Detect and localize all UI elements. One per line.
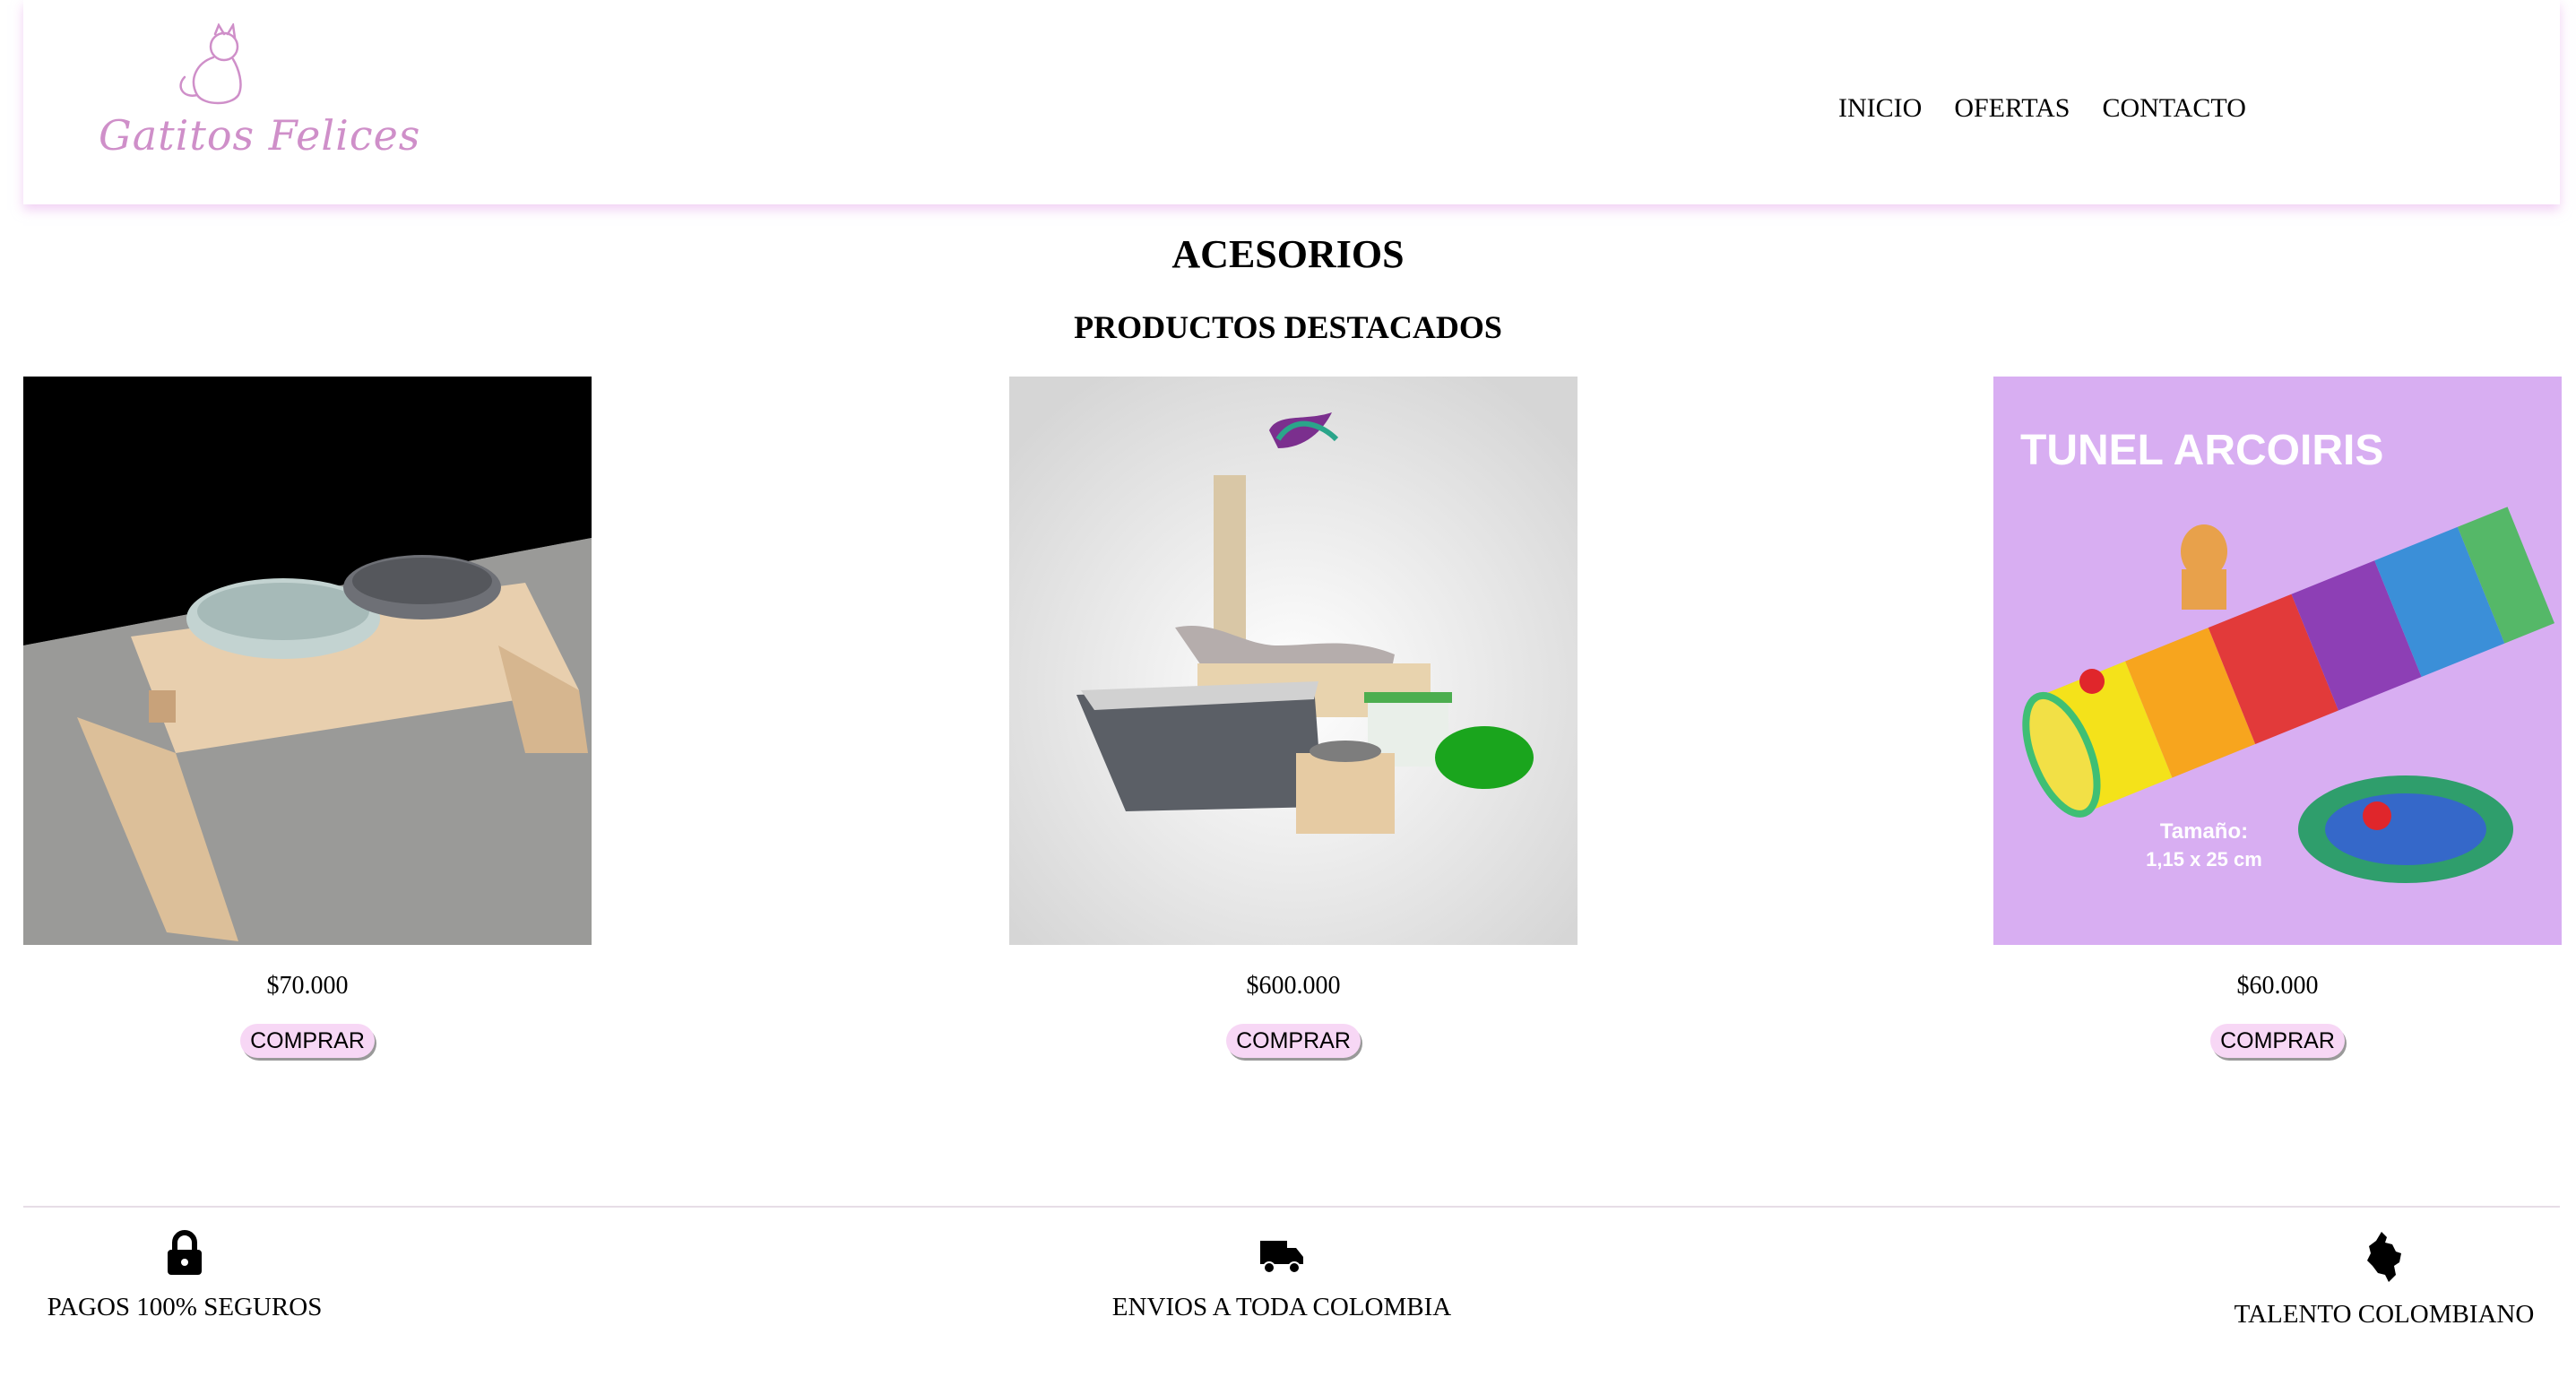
feature-shipping: ENVIOS A TODA COLOMBIA bbox=[1076, 1230, 1488, 1322]
tunnel-caption-size: 1,15 x 25 cm bbox=[2146, 848, 2262, 871]
buy-button[interactable]: COMPRAR bbox=[240, 1024, 375, 1058]
page-title: ACESORIOS bbox=[1171, 232, 1405, 276]
feature-label: PAGOS 100% SEGUROS bbox=[47, 1293, 323, 1321]
product-price: $60.000 bbox=[2236, 972, 2319, 1000]
product-image-cat-kit[interactable] bbox=[1009, 377, 1578, 945]
nav-ofertas[interactable]: OFERTAS bbox=[1954, 93, 2070, 124]
footer-divider bbox=[23, 1206, 2560, 1208]
main-nav: INICIO OFERTAS CONTACTO bbox=[1838, 93, 2246, 124]
product-card: TUNEL ARCOIRIS Tamaño: 1,15 x 25 cm $60.… bbox=[1993, 377, 2562, 1058]
logo[interactable]: Gatitos Felices bbox=[99, 23, 421, 167]
product-price: $70.000 bbox=[266, 972, 349, 1000]
feature-label: TALENTO COLOMBIANO bbox=[2234, 1300, 2535, 1329]
cat-logo-icon bbox=[179, 23, 242, 105]
product-card: $70.000 COMPRAR bbox=[23, 377, 592, 1058]
product-price: $600.000 bbox=[1246, 972, 1341, 1000]
section-title: PRODUCTOS DESTACADOS bbox=[1074, 309, 1502, 345]
feature-label: ENVIOS A TODA COLOMBIA bbox=[1111, 1293, 1452, 1321]
site-header: Gatitos Felices INICIO OFERTAS CONTACTO bbox=[23, 0, 2560, 204]
tunnel-caption-label: Tamaño: bbox=[2160, 819, 2248, 844]
feature-secure-payments: PAGOS 100% SEGUROS bbox=[23, 1230, 346, 1322]
truck-icon bbox=[1260, 1241, 1303, 1274]
product-image-rainbow-tunnel[interactable]: TUNEL ARCOIRIS Tamaño: 1,15 x 25 cm bbox=[1993, 377, 2562, 945]
tunnel-title: TUNEL ARCOIRIS bbox=[2020, 427, 2383, 474]
logo-text: Gatitos Felices bbox=[99, 111, 421, 160]
colombia-map-icon bbox=[2367, 1232, 2401, 1282]
nav-inicio[interactable]: INICIO bbox=[1838, 93, 1922, 124]
product-card: $600.000 COMPRAR bbox=[1009, 377, 1578, 1058]
nav-contacto[interactable]: CONTACTO bbox=[2102, 93, 2245, 124]
feature-colombian-talent: TALENTO COLOMBIANO bbox=[2214, 1230, 2554, 1330]
buy-button[interactable]: COMPRAR bbox=[2210, 1024, 2345, 1058]
buy-button[interactable]: COMPRAR bbox=[1226, 1024, 1361, 1058]
product-image-bowl-stand[interactable] bbox=[23, 377, 592, 945]
lock-icon bbox=[168, 1230, 202, 1275]
